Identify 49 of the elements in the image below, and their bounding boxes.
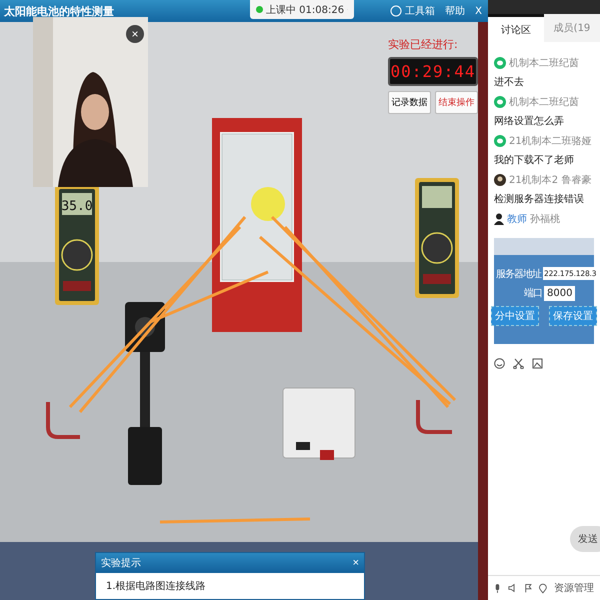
message-text: 网络设置怎么弄	[494, 114, 565, 128]
class-status-pill[interactable]: 上课中 01:08:26	[250, 0, 354, 19]
solar-cell	[251, 187, 285, 221]
timer-label: 实验已经进行:	[388, 37, 459, 52]
chat-bubble-icon	[494, 57, 506, 69]
settings-button[interactable]: 保存设置	[549, 306, 597, 326]
message-text: 我的下载不了老师	[494, 154, 575, 167]
dialog-title: 实验提示	[101, 556, 141, 570]
microphone-icon[interactable]	[494, 582, 501, 594]
timer-display: 00:29:44	[388, 57, 478, 86]
message-text: 检测服务器连接错误	[494, 192, 585, 206]
user-name: 孙福桃	[530, 212, 560, 226]
speaker-icon[interactable]	[508, 583, 517, 593]
role-label: 教师	[507, 213, 527, 226]
close-button[interactable]: X	[473, 6, 484, 16]
meter-reading: 35.0	[61, 199, 93, 214]
close-button[interactable]: ×	[352, 557, 359, 569]
message-text: 进不去	[494, 76, 525, 89]
emoji-icon[interactable]	[494, 358, 505, 369]
tab[interactable]: 成员(19	[544, 14, 600, 42]
record-button[interactable]: 记录数据	[388, 91, 431, 114]
image-icon[interactable]	[532, 358, 543, 369]
user-name: 21机制本二班骆娅	[509, 134, 592, 148]
field-label: 服务器地址	[496, 268, 541, 280]
resources-link[interactable]: 资源管理	[554, 581, 594, 595]
status-dot-icon	[256, 6, 263, 13]
flag-icon[interactable]	[524, 583, 532, 593]
user-name: 21机制本2 鲁睿豪	[509, 174, 592, 187]
person-icon	[494, 213, 504, 225]
class-status: 上课中 01:08:26	[266, 4, 344, 16]
hint-text: 1.根据电路图连接线路	[105, 580, 207, 594]
user-name: 机制本二班纪茵	[509, 56, 579, 70]
toolbar-button[interactable]: 帮助	[443, 4, 468, 18]
end-button[interactable]: 结束操作	[435, 91, 478, 114]
port-field: 8000	[544, 286, 576, 300]
field-label: 端口	[524, 286, 542, 300]
send-button[interactable]: 发送	[570, 526, 600, 552]
user-name: 机制本二班纪茵	[509, 96, 579, 109]
chat-bubble-icon	[494, 135, 506, 147]
settings-button[interactable]: 分中设置	[491, 306, 539, 326]
avatar-icon	[494, 174, 506, 186]
location-icon[interactable]	[539, 582, 548, 594]
probe	[416, 400, 452, 434]
window-title: 太阳能电池的特性测量	[4, 4, 114, 18]
toolbar-button[interactable]: 工具箱	[388, 4, 438, 18]
scissors-icon[interactable]	[513, 358, 524, 369]
circle-icon	[390, 5, 402, 17]
probe	[46, 402, 80, 439]
chat-bubble-icon	[494, 96, 506, 108]
